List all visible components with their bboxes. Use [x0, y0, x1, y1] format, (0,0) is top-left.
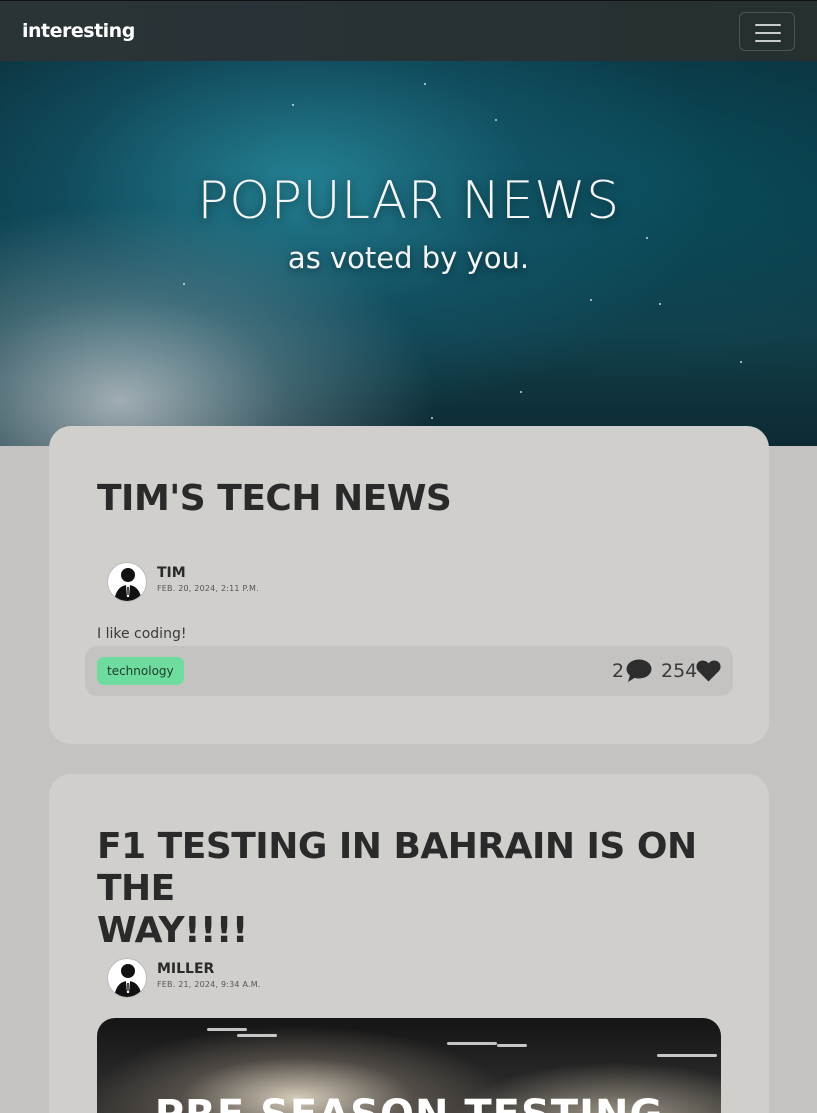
tag-badge[interactable]: technology	[97, 657, 184, 685]
post-image-caption: PRE SEASON TESTING	[97, 1092, 721, 1113]
menu-toggle-button[interactable]	[739, 12, 795, 51]
heart-icon[interactable]	[696, 660, 721, 682]
comment-icon[interactable]	[626, 659, 652, 683]
hero-subtitle: as voted by you.	[287, 241, 530, 275]
post-card[interactable]: F1 TESTING IN BAHRAIN IS ON THE WAY!!!! …	[49, 774, 769, 1113]
comment-count: 2	[612, 660, 625, 682]
post-date: FEB. 20, 2024, 2:11 P.M.	[157, 584, 259, 593]
navbar: interesting	[0, 0, 817, 61]
hero-title: POPULAR NEWS	[197, 171, 620, 231]
post-title[interactable]: TIM'S TECH NEWS	[97, 478, 452, 520]
post-title-line: WAY!!!!	[97, 910, 248, 951]
user-silhouette-icon	[107, 562, 147, 602]
post-card[interactable]: TIM'S TECH NEWS TIM FEB. 20, 2024, 2:11 …	[49, 426, 769, 744]
post-date: FEB. 21, 2024, 9:34 A.M.	[157, 980, 261, 989]
post-image[interactable]: PRE SEASON TESTING	[97, 1018, 721, 1113]
user-silhouette-icon	[107, 958, 147, 998]
hamburger-icon	[755, 24, 781, 42]
author-name[interactable]: MILLER	[157, 961, 214, 977]
post-title-line: F1 TESTING IN BAHRAIN IS ON THE	[97, 826, 697, 909]
like-count: 254	[661, 660, 698, 682]
author-name[interactable]: TIM	[157, 565, 186, 581]
post-excerpt: I like coding!	[97, 626, 187, 642]
hero-banner: POPULAR NEWS as voted by you.	[0, 61, 817, 446]
post-title[interactable]: F1 TESTING IN BAHRAIN IS ON THE WAY!!!!	[97, 826, 769, 952]
post-footer: technology 2 254	[85, 646, 733, 696]
brand-logo[interactable]: interesting	[22, 20, 135, 42]
